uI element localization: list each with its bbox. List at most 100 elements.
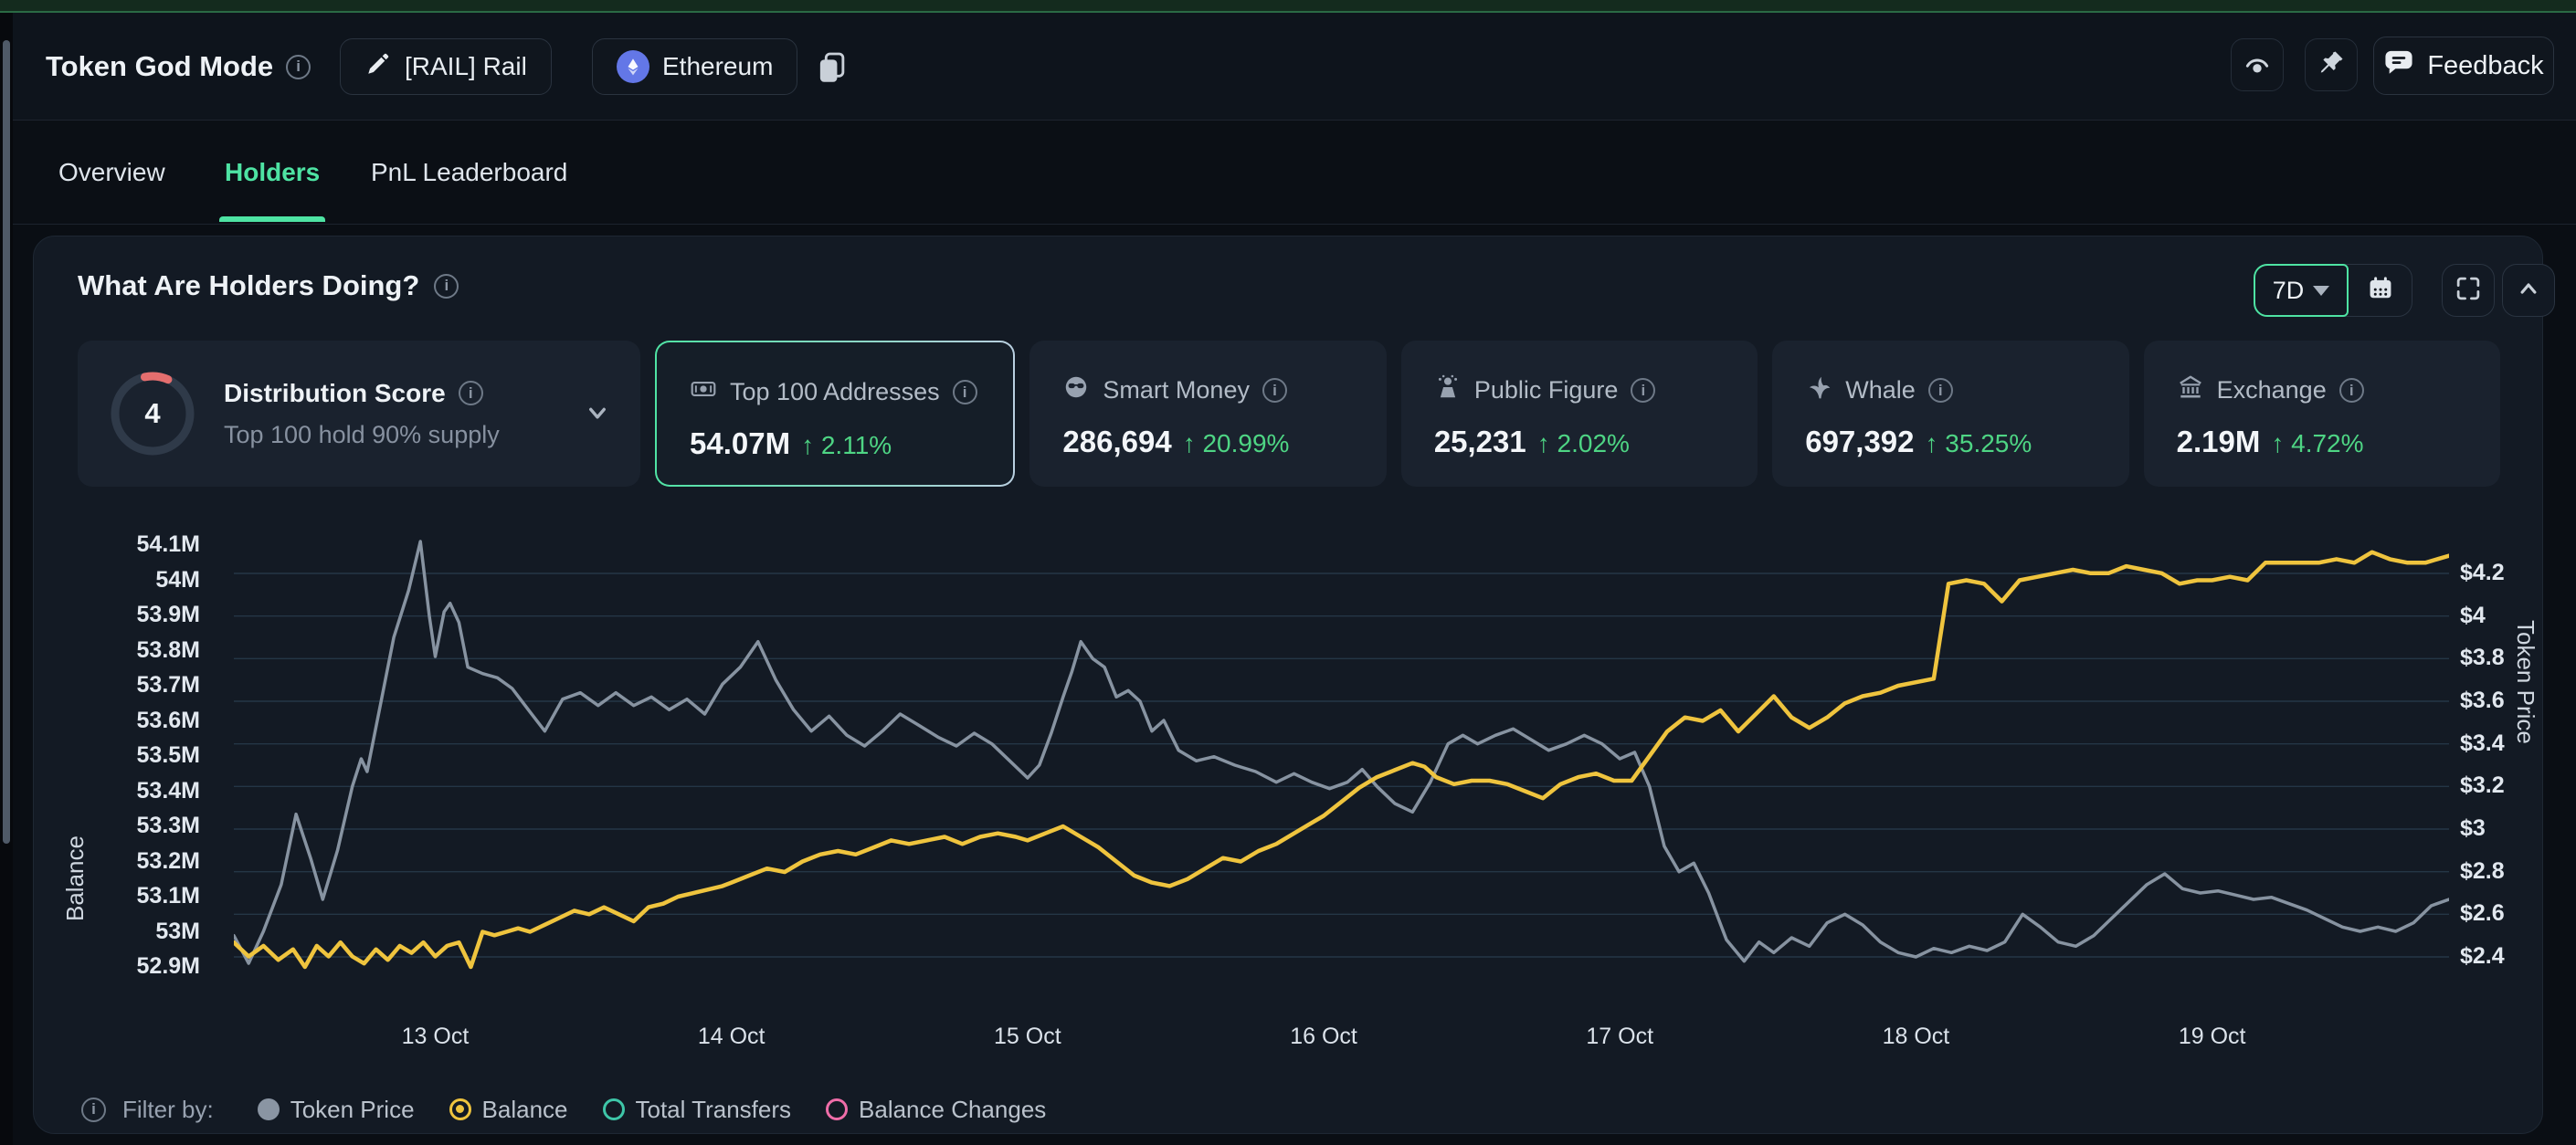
distribution-score-tile[interactable]: 4 Distribution Score i Top 100 hold 90% … — [78, 341, 640, 487]
stat-tile-value: 286,694 — [1062, 425, 1171, 459]
copy-icon[interactable] — [813, 49, 850, 86]
page-title-row: Token God Mode i — [46, 13, 311, 121]
tab-pnl-leaderboard[interactable]: PnL Leaderboard — [371, 121, 567, 224]
time-range-group: 7D — [2254, 264, 2412, 317]
y-axis-tick-left: 53.6M — [39, 708, 200, 734]
stat-tile-label: Exchange — [2217, 376, 2327, 404]
info-icon[interactable]: i — [81, 1098, 106, 1122]
stat-tile-exchange[interactable]: Exchange i 2.19M↑ 4.72% — [2144, 341, 2500, 487]
legend-label: Token Price — [290, 1096, 415, 1124]
token-god-mode-page: Token God Mode i [RAIL] Rail Ethereum — [0, 0, 2576, 1145]
stat-tile-value-row: 2.19M↑ 4.72% — [2177, 425, 2364, 459]
network-select-button[interactable]: Ethereum — [592, 38, 797, 95]
legend-item-balance[interactable]: Balance — [449, 1096, 568, 1124]
token-pill-label: [RAIL] Rail — [405, 52, 527, 81]
stat-tile-header: Exchange i — [2177, 373, 2364, 407]
stat-tile-inner: Public Figure i25,231↑ 2.02% — [1401, 341, 1758, 487]
calendar-icon — [2366, 274, 2395, 308]
pencil-icon — [364, 50, 392, 84]
calendar-button[interactable] — [2349, 265, 2412, 316]
stat-tile-change: ↑ 2.11% — [801, 431, 892, 460]
stat-tile-inner: Whalei697,392↑ 35.25% — [1772, 341, 2128, 487]
info-icon[interactable]: i — [434, 274, 459, 299]
y-axis-tick-left: 53.9M — [39, 602, 200, 628]
ethereum-icon — [617, 50, 649, 83]
tab-overview[interactable]: Overview — [58, 121, 165, 224]
watch-button[interactable] — [2231, 38, 2284, 91]
x-axis-tick: 16 Oct — [1260, 1024, 1388, 1050]
y-axis-tick-right: $3.8 — [2460, 645, 2576, 671]
legend-label: Balance Changes — [859, 1096, 1046, 1124]
stat-tile-value-row: 25,231↑ 2.02% — [1434, 425, 1630, 459]
stat-tile-change: ↑ 35.25% — [1926, 429, 2032, 458]
legend-label: Total Transfers — [636, 1096, 792, 1124]
stat-tile-value: 2.19M — [2177, 425, 2261, 459]
x-axis-tick: 17 Oct — [1556, 1024, 1684, 1050]
stat-tile-header: Public Figure i — [1434, 373, 1656, 407]
distribution-score-value: 4 — [105, 366, 200, 461]
left-scrollbar-track[interactable] — [0, 13, 13, 1145]
fullscreen-button[interactable] — [2442, 264, 2495, 317]
holders-chart[interactable] — [234, 512, 2449, 1042]
info-icon[interactable]: i — [286, 55, 311, 79]
stat-tile-top-100-addresses[interactable]: Top 100 Addresses i 54.07M ↑ 2.11% — [655, 341, 1015, 487]
legend-item-token-price[interactable]: Token Price — [258, 1096, 415, 1124]
info-icon[interactable]: i — [1262, 378, 1287, 403]
legend-item-total-transfers[interactable]: Total Transfers — [603, 1096, 792, 1124]
info-icon[interactable]: i — [459, 381, 483, 405]
y-axis-tick-left: 53.1M — [39, 883, 200, 909]
fullscreen-icon — [2454, 274, 2483, 308]
chevron-down-icon[interactable] — [582, 397, 613, 433]
stat-tile-value-row: 54.07M ↑ 2.11% — [690, 426, 892, 461]
stat-tile-smart-money[interactable]: Smart Money i 286,694↑ 20.99% — [1029, 341, 1386, 487]
stat-tile-label: Top 100 Addresses — [730, 378, 940, 406]
y-axis-tick-right: $2.4 — [2460, 943, 2576, 970]
legend-marker — [449, 1098, 471, 1120]
y-axis-tick-left: 54.1M — [39, 531, 200, 558]
network-pill-label: Ethereum — [662, 52, 773, 81]
stat-tile-label: Smart Money — [1103, 376, 1250, 404]
holders-panel: What Are Holders Doing? i 7D — [33, 236, 2543, 1134]
y-axis-tick-left: 53.5M — [39, 742, 200, 769]
chevron-up-icon — [2514, 274, 2543, 308]
stat-tile-header: Whalei — [1805, 373, 1953, 407]
info-icon[interactable]: i — [1928, 378, 1953, 403]
y-axis-tick-right: $3.2 — [2460, 772, 2576, 799]
info-icon[interactable]: i — [2339, 378, 2364, 403]
scrollbar-thumb[interactable] — [3, 40, 10, 844]
y-axis-tick-left: 53.4M — [39, 778, 200, 804]
legend-item-balance-changes[interactable]: Balance Changes — [826, 1096, 1046, 1124]
stat-tile-change: ↑ 2.02% — [1537, 429, 1630, 458]
legend-marker — [603, 1098, 625, 1120]
distribution-title: Distribution Score — [224, 379, 446, 408]
stat-tile-label: Whale — [1845, 376, 1916, 404]
stat-tile-inner: Exchange i 2.19M↑ 4.72% — [2144, 341, 2500, 487]
info-icon[interactable]: i — [1631, 378, 1655, 403]
stat-tile-label: Public Figure — [1474, 376, 1619, 404]
x-axis-tick: 14 Oct — [668, 1024, 796, 1050]
banknote-icon — [690, 375, 717, 409]
tab-holders[interactable]: Holders — [225, 121, 320, 224]
balance-line — [234, 552, 2449, 967]
stat-tile-public-figure[interactable]: Public Figure i25,231↑ 2.02% — [1401, 341, 1758, 487]
token-select-button[interactable]: [RAIL] Rail — [340, 38, 552, 95]
filter-by-label: Filter by: — [122, 1096, 214, 1124]
chevron-down-icon — [2313, 286, 2329, 296]
x-axis-tick: 15 Oct — [964, 1024, 1092, 1050]
exchange-icon — [2177, 373, 2204, 407]
y-axis-tick-left: 53.2M — [39, 848, 200, 875]
feedback-button[interactable]: Feedback — [2373, 37, 2554, 95]
range-selector[interactable]: 7D — [2254, 264, 2349, 317]
y-axis-tick-left: 53M — [39, 919, 200, 945]
stat-tile-header: Top 100 Addresses i — [690, 375, 977, 409]
info-icon[interactable]: i — [953, 380, 977, 404]
stat-tile-value-row: 286,694↑ 20.99% — [1062, 425, 1289, 459]
pushpin-icon — [2317, 48, 2346, 82]
collapse-button[interactable] — [2502, 264, 2555, 317]
filter-legend-row: i Filter by: Token Price Balance Total Tra… — [81, 1091, 1046, 1128]
stat-tile-whale[interactable]: Whalei697,392↑ 35.25% — [1772, 341, 2128, 487]
stat-tile-header: Smart Money i — [1062, 373, 1287, 407]
legend-marker — [258, 1098, 280, 1120]
stat-tile-value: 54.07M — [690, 426, 790, 461]
pin-button[interactable] — [2305, 38, 2358, 91]
